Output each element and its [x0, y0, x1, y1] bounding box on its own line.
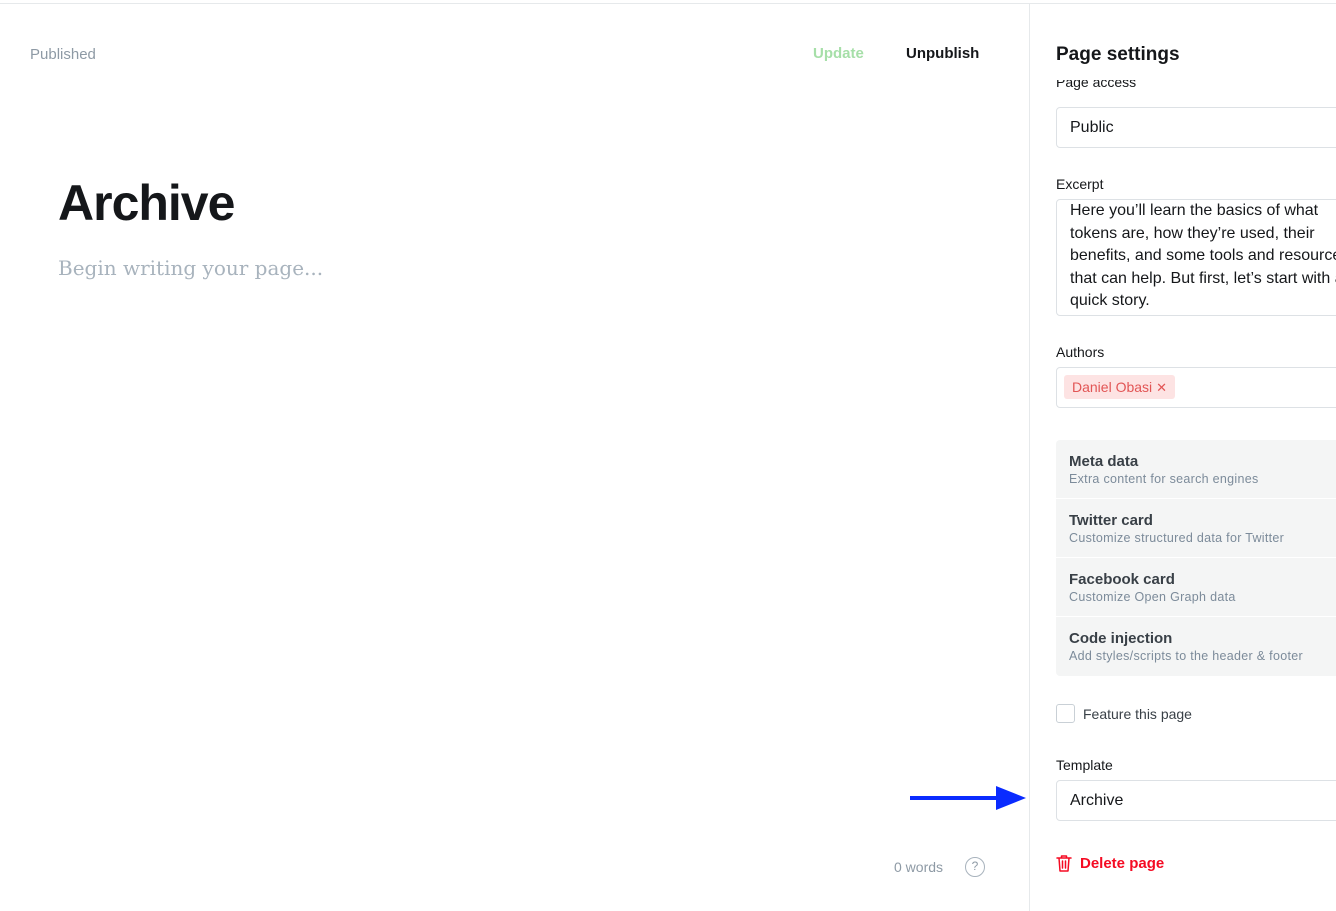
menu-item-subtitle: Extra content for search engines — [1069, 472, 1259, 486]
authors-label: Authors — [1056, 344, 1105, 360]
menu-item-subtitle: Customize structured data for Twitter — [1069, 531, 1285, 545]
delete-page-label: Delete page — [1080, 854, 1165, 872]
question-circle-icon[interactable]: ? — [965, 857, 985, 877]
settings-menu: Meta data Extra content for search engin… — [1056, 440, 1336, 676]
unpublish-button[interactable]: Unpublish — [906, 45, 979, 62]
template-value: Archive — [1070, 792, 1124, 809]
word-count: 0 words — [894, 859, 944, 875]
excerpt-text: Here you’ll learn the basics of what tok… — [1070, 202, 1336, 310]
arrow-right-icon — [910, 786, 1026, 810]
menu-item-subtitle: Add styles/scripts to the header & foote… — [1069, 649, 1303, 663]
menu-item-meta-data[interactable]: Meta data Extra content for search engin… — [1056, 440, 1336, 499]
update-button[interactable]: Update — [813, 45, 864, 62]
template-label: Template — [1056, 757, 1113, 773]
author-name: Daniel Obasi — [1072, 379, 1153, 395]
feature-page-checkbox[interactable] — [1056, 704, 1075, 723]
menu-item-title: Facebook card — [1069, 571, 1175, 588]
page-access-select[interactable]: Public — [1056, 107, 1336, 148]
page-body-placeholder[interactable]: Begin writing your page... — [58, 256, 323, 280]
delete-page-button[interactable]: Delete page — [1056, 854, 1164, 872]
page-access-value: Public — [1070, 119, 1114, 136]
menu-item-code-injection[interactable]: Code injection Add styles/scripts to the… — [1056, 617, 1336, 676]
page-settings-panel: Page settings Page access Public Excerpt… — [1029, 4, 1336, 911]
trash-icon — [1056, 855, 1072, 872]
menu-item-subtitle: Customize Open Graph data — [1069, 590, 1236, 604]
template-select[interactable]: Archive — [1056, 780, 1336, 821]
menu-item-facebook-card[interactable]: Facebook card Customize Open Graph data — [1056, 558, 1336, 617]
menu-item-twitter-card[interactable]: Twitter card Customize structured data f… — [1056, 499, 1336, 558]
excerpt-textarea[interactable]: Here you’ll learn the basics of what tok… — [1056, 199, 1336, 316]
menu-item-title: Meta data — [1069, 453, 1139, 470]
authors-input[interactable]: Daniel Obasi ✕ — [1056, 367, 1336, 408]
page-title[interactable]: Archive — [58, 174, 235, 232]
publish-status: Published — [30, 46, 96, 63]
editor-pane: Published Update Unpublish Archive Begin… — [0, 4, 1029, 911]
menu-item-title: Code injection — [1069, 630, 1173, 647]
close-icon[interactable]: ✕ — [1156, 380, 1167, 395]
menu-item-title: Twitter card — [1069, 512, 1153, 529]
excerpt-label: Excerpt — [1056, 176, 1104, 192]
author-tag[interactable]: Daniel Obasi ✕ — [1064, 375, 1176, 399]
panel-title: Page settings — [1056, 44, 1180, 65]
page-access-label: Page access — [1056, 80, 1137, 90]
feature-page-label[interactable]: Feature this page — [1083, 706, 1192, 722]
